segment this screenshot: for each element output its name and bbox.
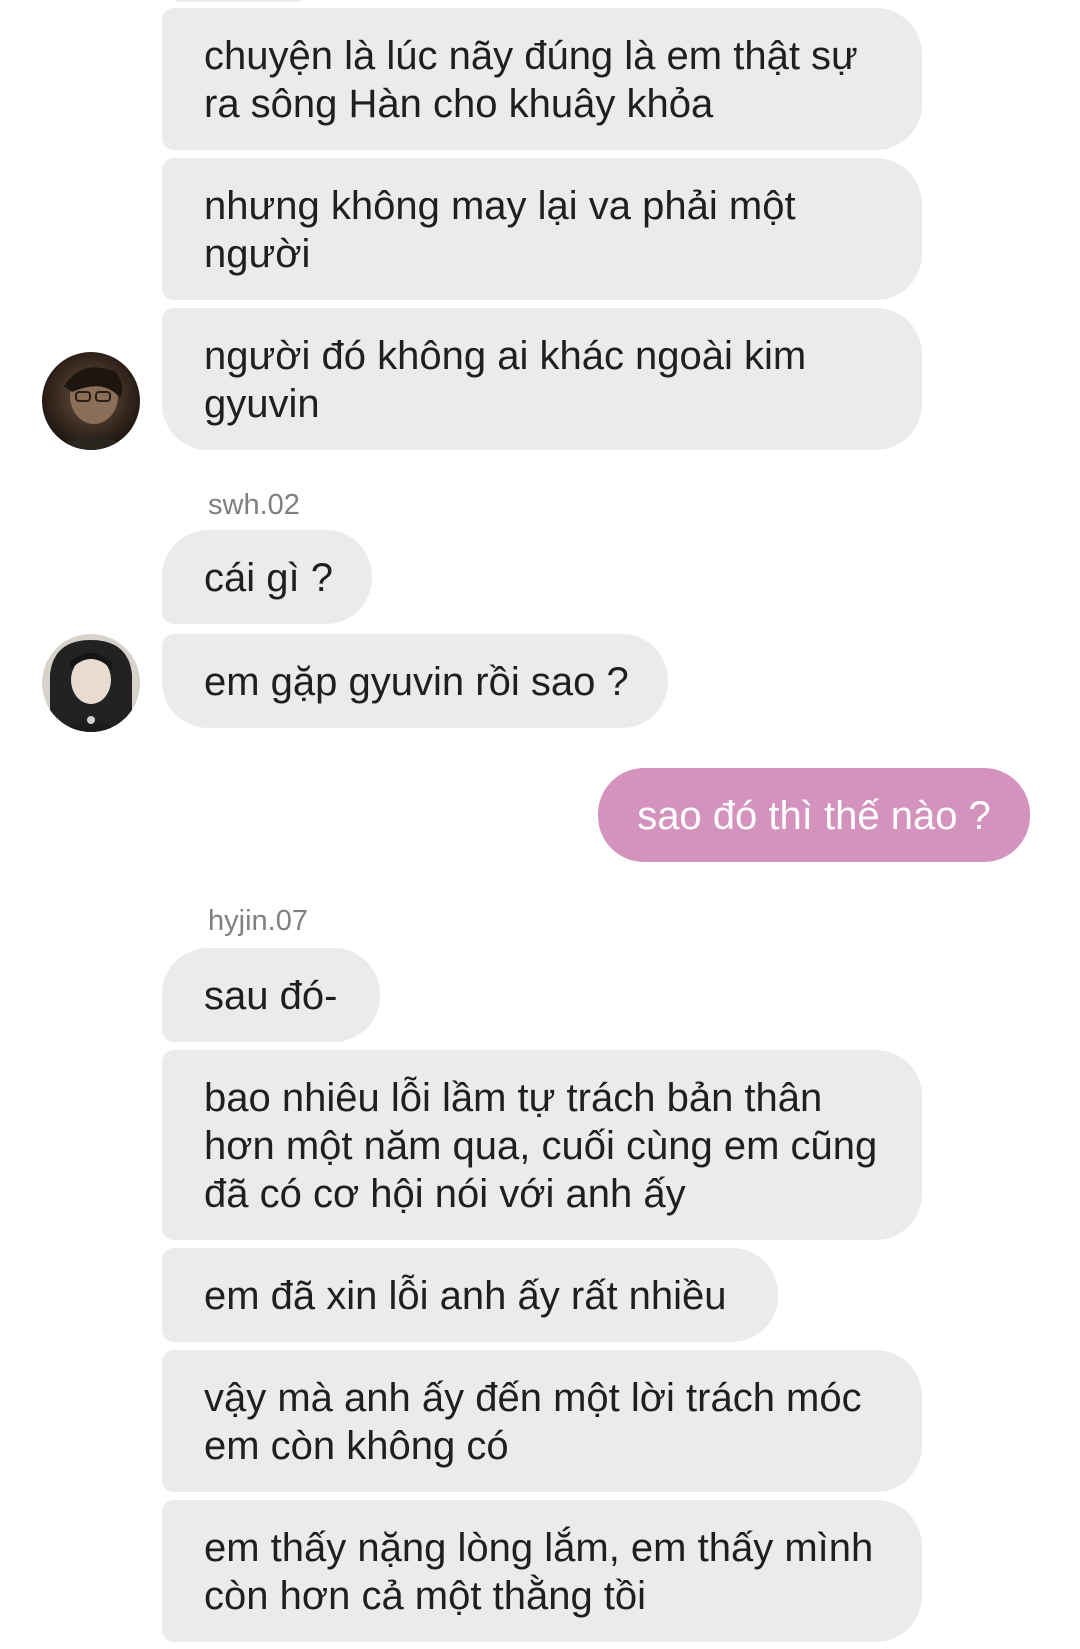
message-bubble[interactable]: chuyện là lúc nãy đúng là em thật sự ra … xyxy=(162,8,922,150)
message-bubble[interactable]: nhưng không may lại va phải một người xyxy=(162,158,922,300)
avatar-swh-icon xyxy=(42,634,140,732)
message-bubble[interactable]: em thấy nặng lòng lắm, em thấy mình còn … xyxy=(162,1500,922,1642)
sender-username[interactable]: swh.02 xyxy=(208,488,300,522)
avatar-hyjin-icon xyxy=(42,352,140,450)
avatar[interactable] xyxy=(42,634,140,732)
message-bubble[interactable]: em gặp gyuvin rồi sao ? xyxy=(162,634,668,728)
avatar[interactable] xyxy=(42,352,140,450)
previous-message-bubble-edge xyxy=(170,0,306,2)
message-bubble[interactable]: vậy mà anh ấy đến một lời trách móc em c… xyxy=(162,1350,922,1492)
message-bubble[interactable]: em đã xin lỗi anh ấy rất nhiều xyxy=(162,1248,778,1342)
message-bubble[interactable]: sau đó- xyxy=(162,948,380,1042)
message-bubble[interactable]: cái gì ? xyxy=(162,530,372,624)
outgoing-message-bubble[interactable]: sao đó thì thế nào ? xyxy=(598,768,1030,862)
message-bubble[interactable]: người đó không ai khác ngoài kim gyuvin xyxy=(162,308,922,450)
message-bubble[interactable]: bao nhiêu lỗi lầm tự trách bản thân hơn … xyxy=(162,1050,922,1240)
sender-username[interactable]: hyjin.07 xyxy=(208,904,308,938)
